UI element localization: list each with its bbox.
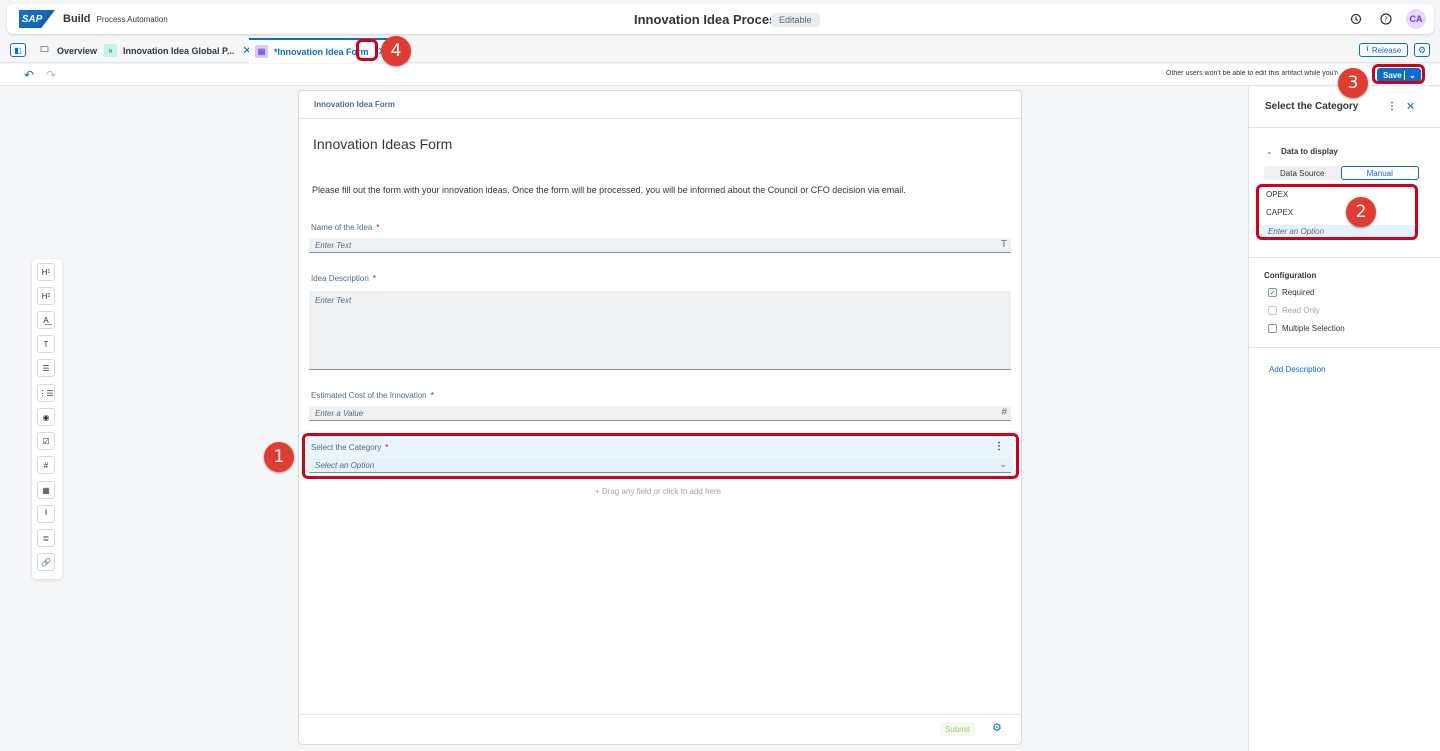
form-canvas: Innovation Idea Form Innovation Ideas Fo…: [298, 90, 1022, 745]
form-description[interactable]: Please fill out the form with your innov…: [312, 185, 906, 195]
process-title: Innovation Idea Process: [634, 12, 784, 27]
field-palette: H1 H2 A͟ T ☰ ⋮☰ ◉ ☑ # ▦ ⭱ ≣ 🔗: [32, 259, 62, 579]
plus-icon: +: [595, 487, 600, 496]
close-icon[interactable]: ✕: [1406, 100, 1415, 113]
highlight-category-field: [302, 433, 1019, 479]
name-input[interactable]: Enter Text T: [309, 238, 1011, 253]
canvas-footer: Submit ⚙: [299, 714, 1021, 744]
drop-zone[interactable]: + Drag any field or click to add here: [595, 487, 721, 496]
brand-name: Build: [63, 13, 91, 25]
step-marker-1: 1: [264, 442, 294, 472]
more-options-icon[interactable]: ⋮: [1387, 101, 1397, 112]
heading1-icon[interactable]: H1: [37, 263, 55, 281]
text-area-icon[interactable]: ☰: [37, 359, 55, 377]
name-label: Name of the Idea *: [311, 223, 380, 232]
heading2-icon[interactable]: H2: [37, 287, 55, 305]
segment-manual[interactable]: Manual: [1340, 166, 1419, 180]
undo-icon[interactable]: ↶: [24, 68, 34, 82]
multiple-selection-checkbox[interactable]: Multiple Selection: [1268, 324, 1345, 333]
step-marker-3: 3: [1338, 68, 1368, 98]
highlight-save: [1372, 64, 1425, 84]
highlight-close-tab: [356, 39, 378, 61]
divider: [1249, 347, 1440, 348]
required-checkbox[interactable]: ✓ Required: [1268, 288, 1314, 297]
help-icon[interactable]: ?: [1376, 9, 1396, 29]
tab-label: *Innovation Idea Form: [274, 46, 369, 57]
divider: [1249, 127, 1440, 128]
radio-icon[interactable]: ◉: [37, 408, 55, 426]
form-title[interactable]: Innovation Ideas Form: [313, 136, 452, 152]
settings-icon[interactable]: ⚙: [1414, 43, 1430, 57]
tab-label: Innovation Idea Global P...: [123, 45, 235, 56]
cost-input[interactable]: Enter a Value #: [309, 406, 1011, 421]
date-icon[interactable]: ▦: [37, 481, 55, 499]
svg-text:?: ?: [1384, 16, 1388, 24]
highlight-options: [1256, 184, 1418, 240]
shell-bar: SAP Build Process Automation Innovation …: [7, 4, 1434, 34]
description-label: Idea Description *: [311, 274, 376, 283]
upload-icon: ⭱: [1366, 44, 1369, 53]
divider: [1249, 257, 1440, 258]
upload-icon[interactable]: ⭱: [37, 505, 55, 523]
data-mode-toggle: Data Source Manual: [1264, 166, 1419, 180]
description-textarea[interactable]: Enter Text: [309, 291, 1011, 370]
release-button[interactable]: ⭱ Release: [1359, 43, 1409, 57]
status-badge: Editable: [771, 13, 820, 27]
segment-data-source[interactable]: Data Source: [1264, 166, 1341, 180]
read-only-checkbox[interactable]: Read Only: [1268, 306, 1320, 315]
paragraph-icon[interactable]: A͟: [37, 311, 55, 329]
gear-icon[interactable]: ⚙: [992, 721, 1002, 734]
cost-label: Estimated Cost of the Innovation *: [311, 391, 434, 400]
panel-title: Select the Category: [1265, 101, 1359, 112]
product-name: Process Automation: [96, 14, 168, 24]
tab-label: Overview: [57, 45, 98, 56]
number-icon: #: [1001, 407, 1007, 418]
avatar[interactable]: CA: [1406, 9, 1426, 29]
sap-logo[interactable]: SAP: [19, 10, 55, 28]
canvas-header: Innovation Idea Form: [299, 91, 1021, 119]
lock-notice: Other users won't be able to edit this a…: [1166, 70, 1338, 77]
submit-button[interactable]: Submit: [940, 722, 975, 736]
configuration-title: Configuration: [1264, 271, 1317, 280]
tab-global-process[interactable]: » Innovation Idea Global P... ✕: [104, 38, 252, 63]
checkmark-icon: ✓: [1268, 288, 1277, 297]
checkbox-icon[interactable]: ☑: [37, 432, 55, 450]
form-icon: ▤: [255, 45, 268, 58]
tab-bar: ◧ 🗀 Overview » Innovation Idea Global P.…: [0, 38, 1440, 63]
list-icon[interactable]: ≣: [37, 529, 55, 547]
data-section-header[interactable]: ⌄ Data to display: [1266, 147, 1338, 156]
text-field-icon[interactable]: T: [37, 335, 55, 353]
tab-overview[interactable]: 🗀 Overview: [38, 38, 98, 63]
step-marker-4: 4: [381, 36, 411, 66]
process-icon: »: [104, 44, 117, 57]
redo-icon[interactable]: ↷: [46, 68, 56, 82]
notifications-icon[interactable]: [1346, 9, 1366, 29]
step-marker-2: 2: [1346, 197, 1376, 227]
text-icon: T: [1000, 239, 1007, 250]
chevron-down-icon: ⌄: [1266, 147, 1273, 156]
link-icon[interactable]: 🔗: [37, 553, 55, 571]
back-to-project-icon[interactable]: ◧: [10, 43, 26, 57]
folder-icon: 🗀: [40, 44, 49, 54]
add-description-link[interactable]: Add Description: [1269, 365, 1325, 374]
number-icon[interactable]: #: [37, 456, 55, 474]
editor-toolbar: ↶ ↷ Other users won't be able to edit th…: [0, 64, 1440, 86]
dropdown-icon[interactable]: ⋮☰: [37, 384, 55, 402]
